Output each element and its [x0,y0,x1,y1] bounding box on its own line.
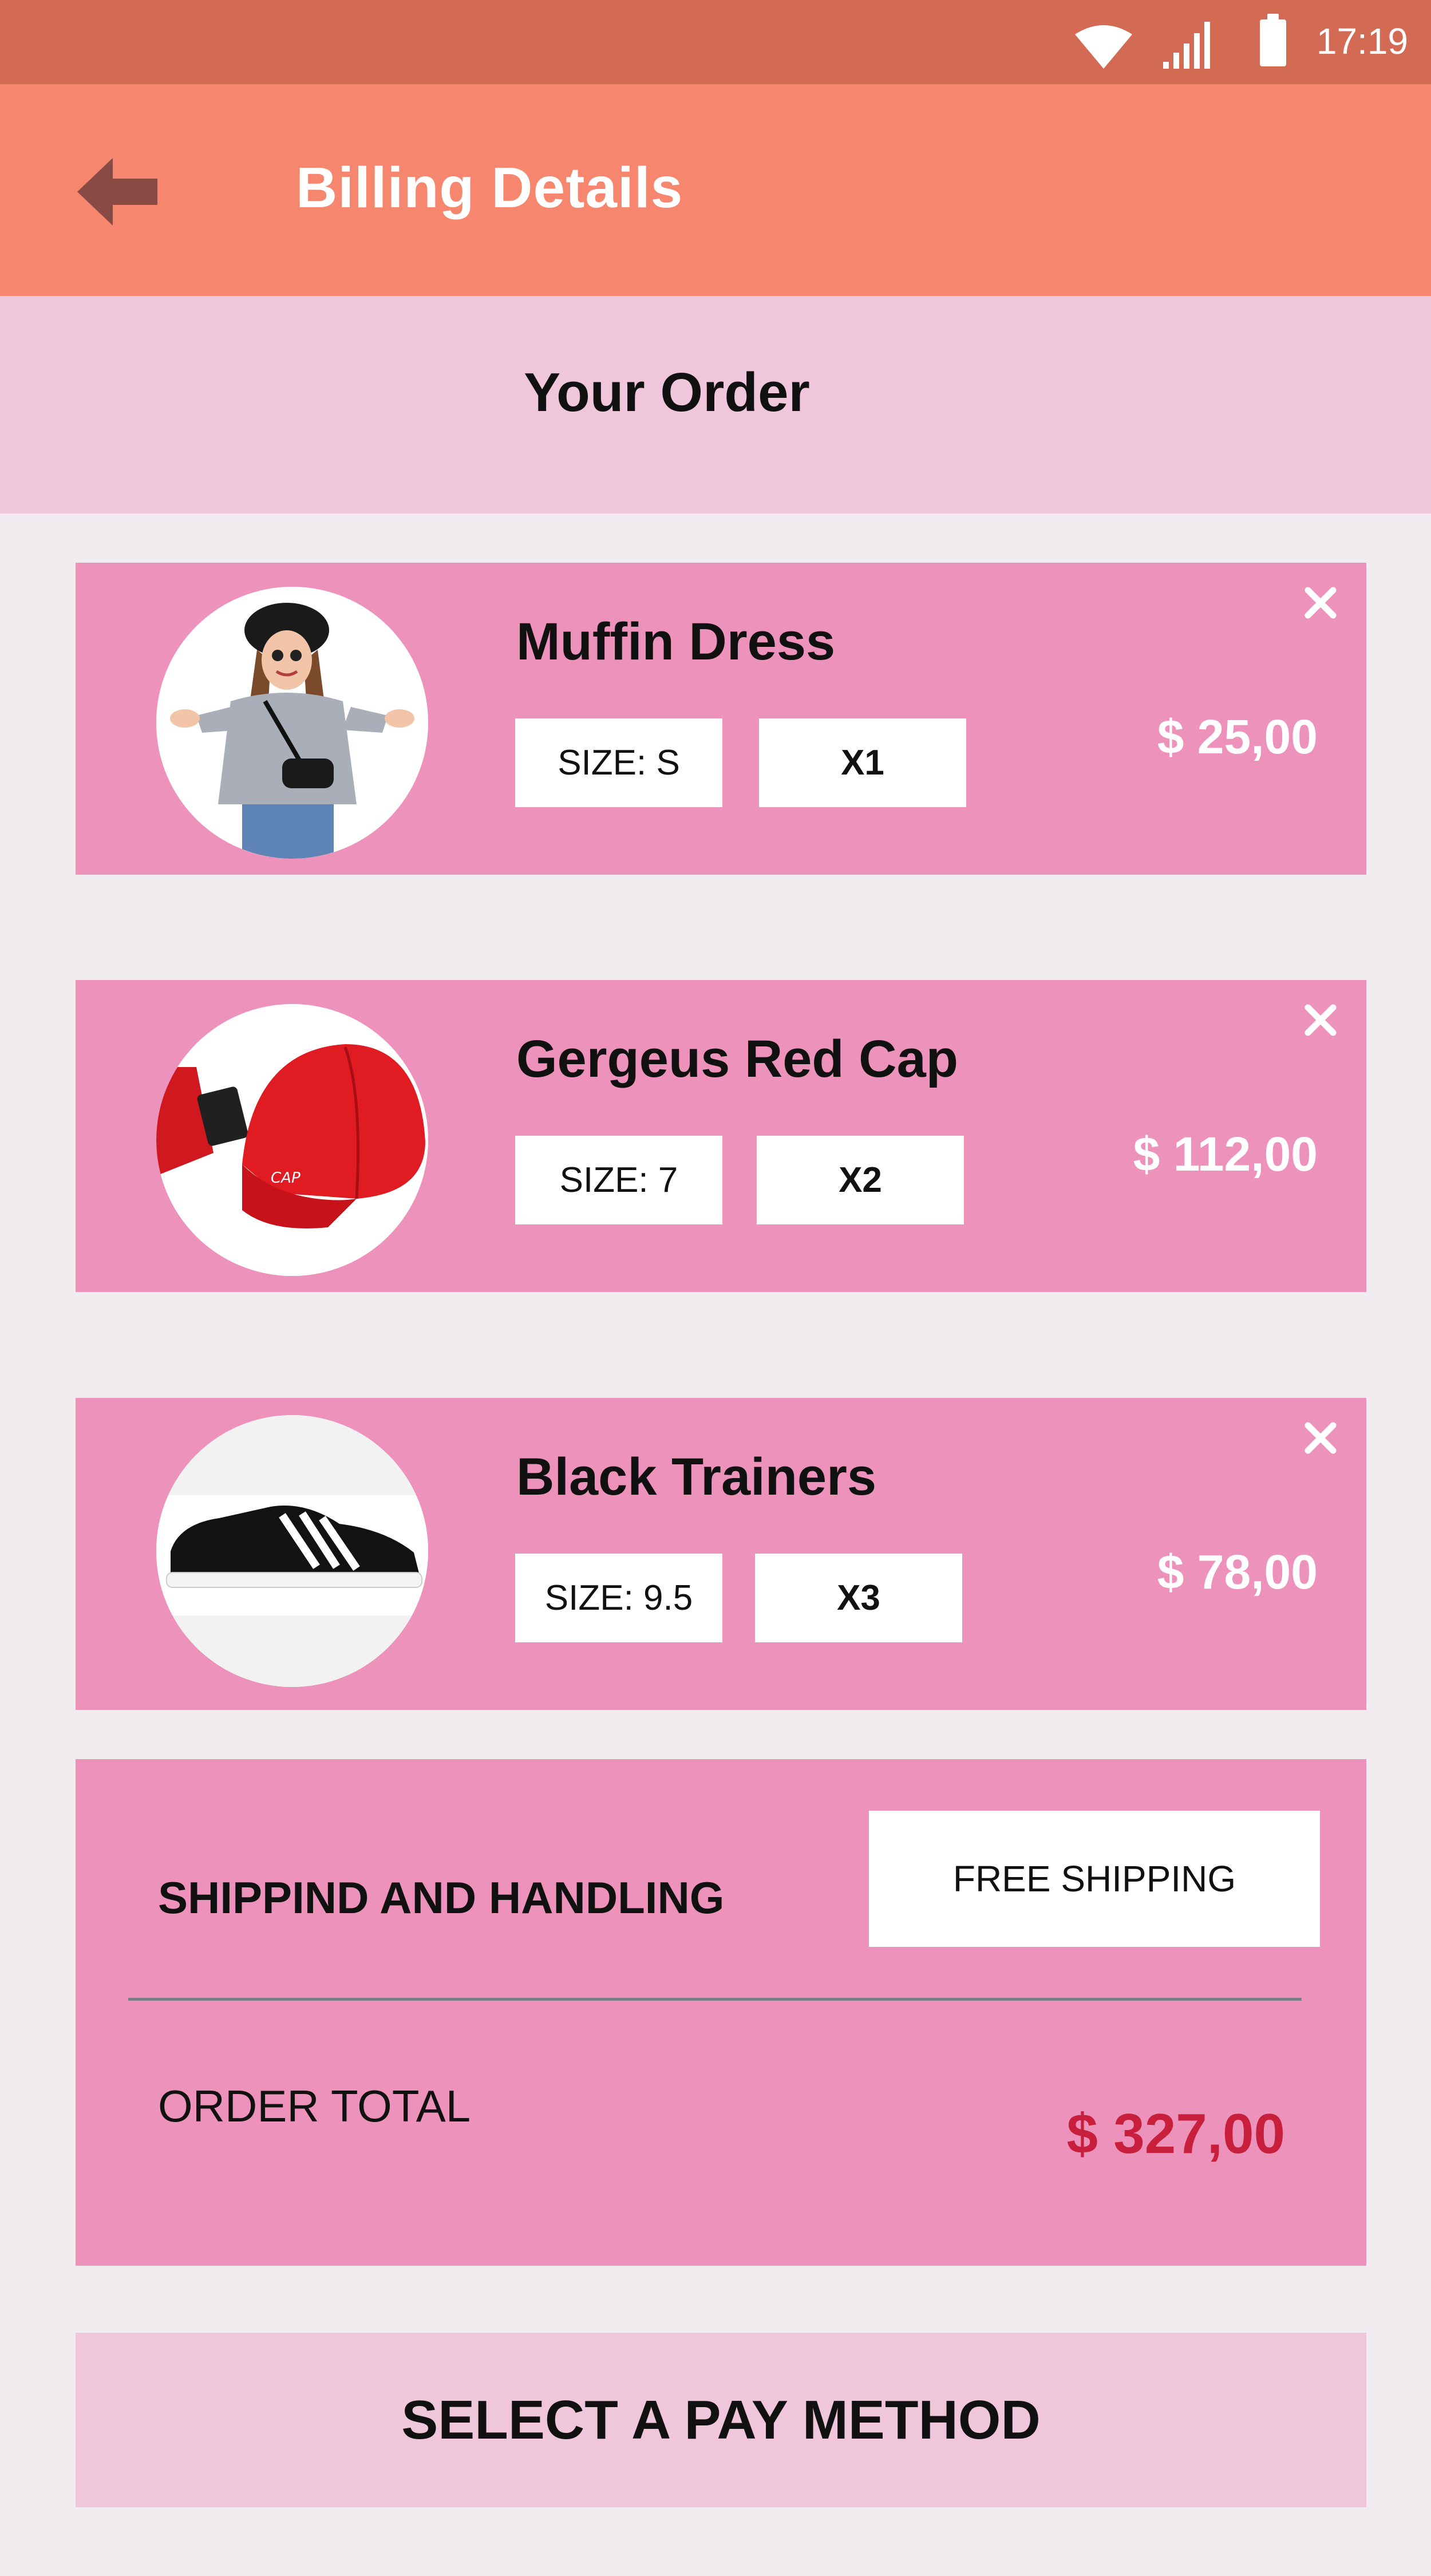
item-name: Gergeus Red Cap [516,1030,958,1088]
status-bar: 17:19 [0,0,1431,84]
close-icon [1304,1422,1337,1454]
back-button[interactable] [69,146,166,238]
order-total-label: ORDER TOTAL [158,2081,471,2131]
remove-item-button[interactable] [1298,580,1343,626]
order-item-card: Muffin Dress SIZE: S X1 $ 25,00 [76,563,1366,875]
item-price: $ 78,00 [1157,1545,1318,1599]
order-total-value: $ 327,00 [1066,2102,1285,2165]
size-selector[interactable]: SIZE: 7 [515,1136,722,1224]
battery-icon [1260,14,1286,66]
quantity-selector[interactable]: X2 [757,1136,964,1224]
signal-icon [1163,22,1210,69]
close-icon [1304,587,1337,619]
item-image-red-cap: CAP [156,1004,428,1276]
remove-item-button[interactable] [1298,997,1343,1043]
page-title: Billing Details [296,156,683,220]
order-item-card: Black Trainers SIZE: 9.5 X3 $ 78,00 [76,1398,1366,1710]
app-header [0,84,1431,296]
size-selector[interactable]: SIZE: S [515,718,722,807]
section-title: Your Order [524,362,810,423]
back-arrow-icon [77,158,157,226]
status-time: 17:19 [1316,21,1408,62]
item-name: Muffin Dress [516,613,836,671]
close-icon [1304,1004,1337,1036]
shipping-label: SHIPPIND AND HANDLING [158,1872,725,1923]
item-price: $ 25,00 [1157,710,1318,764]
remove-item-button[interactable] [1298,1415,1343,1461]
shipping-option[interactable]: FREE SHIPPING [869,1811,1320,1947]
item-price: $ 112,00 [1133,1127,1318,1181]
svg-text:CAP: CAP [271,1170,301,1187]
quantity-selector[interactable]: X3 [755,1554,962,1642]
size-selector[interactable]: SIZE: 9.5 [515,1554,722,1642]
wifi-icon [1075,25,1132,69]
order-summary: SHIPPIND AND HANDLING FREE SHIPPING ORDE… [76,1759,1366,2266]
item-image-black-trainers [156,1415,428,1687]
select-pay-method-button[interactable]: SELECT A PAY METHOD [76,2333,1366,2507]
item-image-muffin-dress [156,587,428,859]
order-item-card: CAP Gergeus Red Cap SIZE: 7 X2 $ 112,00 [76,980,1366,1292]
quantity-selector[interactable]: X1 [759,718,966,807]
item-name: Black Trainers [516,1448,877,1506]
divider [128,1998,1302,2001]
